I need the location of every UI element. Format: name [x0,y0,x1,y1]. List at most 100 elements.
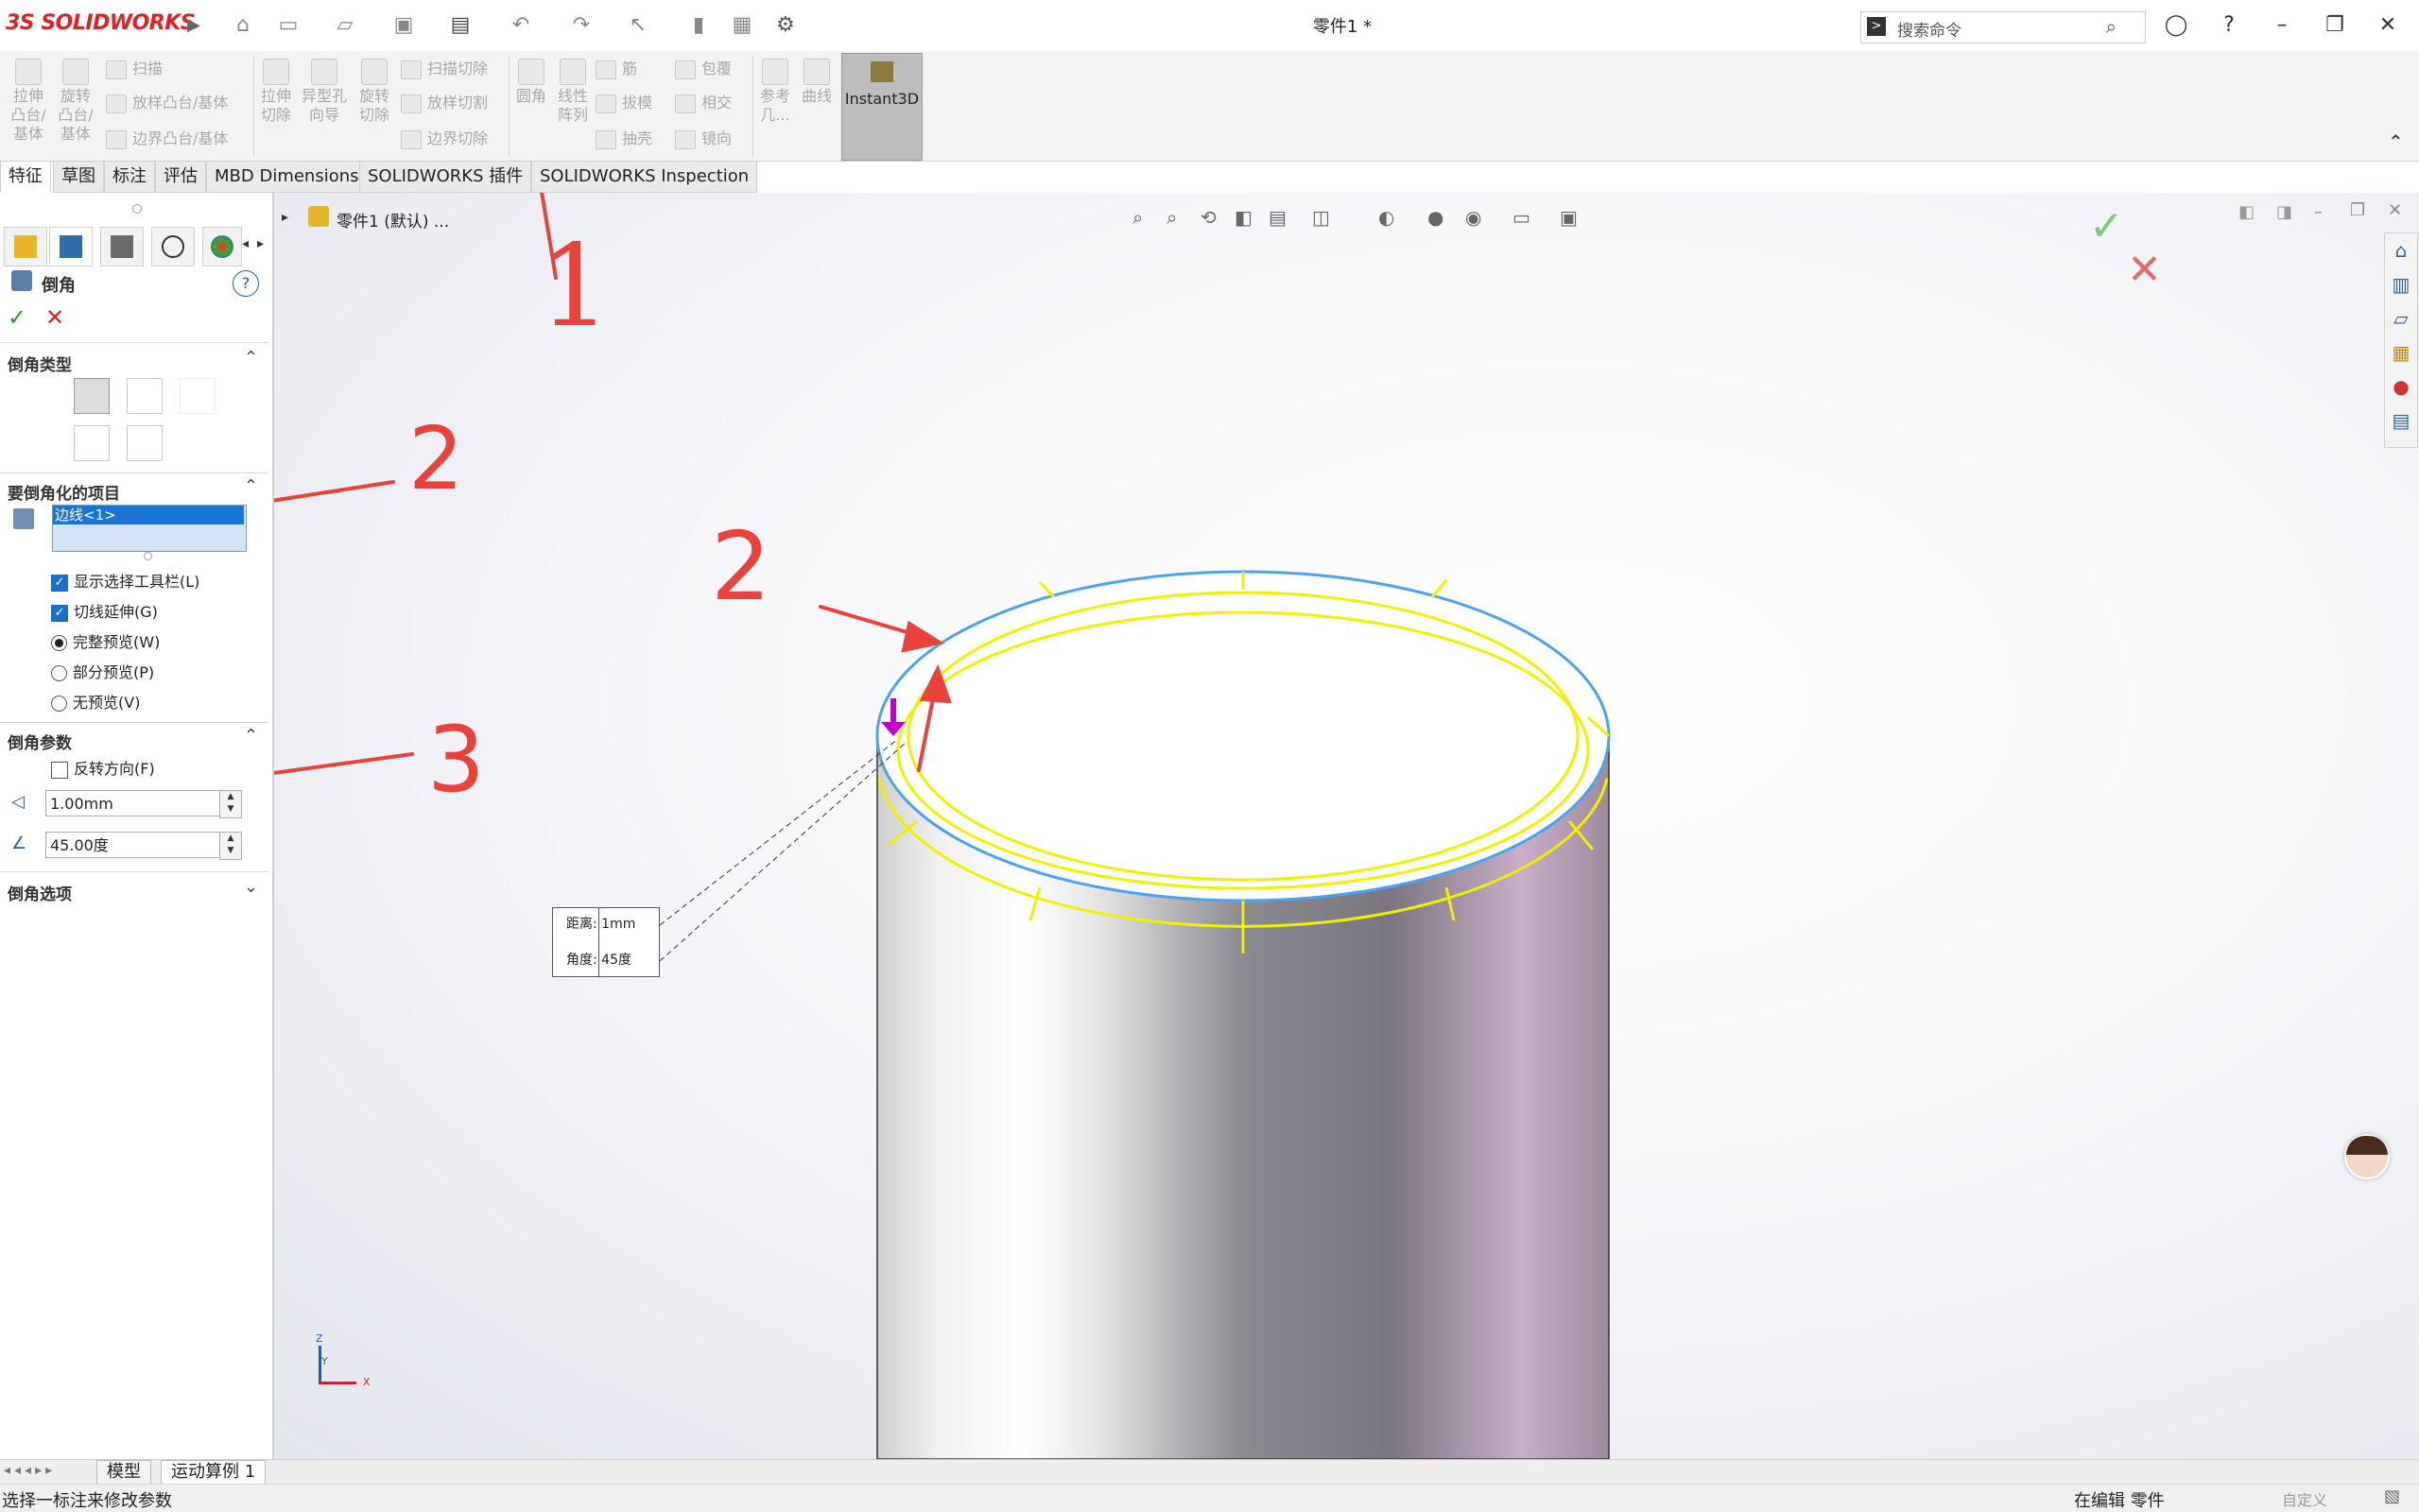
tab-solidworks-addins[interactable]: SOLIDWORKS 插件 [359,161,532,193]
section-chamfer-type[interactable]: 倒角类型 [8,352,72,375]
panel-splitter-handle[interactable] [132,204,142,214]
sweep-button[interactable]: 扫描 [106,59,163,79]
model-canvas[interactable] [274,193,2419,1459]
select-icon[interactable]: ↖ [624,11,652,40]
account-icon[interactable]: ◯ [2157,9,2195,42]
section-chamfer-options[interactable]: 倒角选项 [8,881,72,904]
swept-cut-button[interactable]: 扫描切除 [401,59,488,79]
section-chamfer-parameters[interactable]: 倒角参数 [8,730,72,753]
boundary-boss-button[interactable]: 边界凸台/基体 [106,129,228,149]
distance-spinner[interactable]: ▲ ▼ [219,790,242,818]
ok-button[interactable]: ✓ [8,304,26,331]
cylinder-top-face[interactable] [875,570,1611,902]
selected-edge-item[interactable]: 边线<1> [53,506,244,524]
extrude-boss-button[interactable]: 拉伸 凸台/ 基体 [8,59,49,144]
undo-icon[interactable]: ↶ [507,11,535,40]
revolve-boss-button[interactable]: 旋转 凸台/ 基体 [55,59,96,144]
tab-sketch[interactable]: 草图 [53,161,104,193]
redo-icon[interactable]: ↷ [567,11,596,40]
graphics-area[interactable]: ▸ 零件1 (默认) ... ⌕ ⌕ ⟲ ◧ ▤ ◫ ◐ ● ◉ ▭ ▣ ◧ ◨… [274,193,2419,1459]
draft-button[interactable]: 拔模 [596,93,652,113]
file-properties-icon[interactable]: ▦ [728,11,756,40]
home-icon[interactable]: ⌂ [229,11,257,40]
collapse-ribbon-icon[interactable]: ⌃ [2388,130,2404,153]
collapse-chevron-icon[interactable]: ⌃ [244,476,258,496]
tab-scroll-right-icon[interactable]: ▸ [257,236,264,251]
minimize-button[interactable]: – [2263,9,2301,42]
new-document-icon[interactable]: ▭ [274,11,302,40]
search-icon[interactable]: ⌕ [2106,15,2117,38]
search-commands[interactable]: > 搜索命令 ⌕ [1860,11,2146,43]
loft-button[interactable]: 放样凸台/基体 [106,93,228,113]
restore-button[interactable]: ❐ [2316,9,2354,42]
mirror-button[interactable]: 镜向 [675,129,732,149]
tab-solidworks-inspection[interactable]: SOLIDWORKS Inspection [531,161,758,193]
expand-chevron-icon[interactable]: ⌄ [244,877,258,897]
vertex-type-button[interactable] [180,378,216,414]
angle-input[interactable]: 45.00度 [45,832,221,858]
full-preview-radio[interactable]: 完整预览(W) [51,629,160,652]
status-tag-icon[interactable]: ▧ [2384,1486,2400,1506]
tab-dimxpert[interactable] [151,227,195,266]
units-selector[interactable]: 自定义 [2282,1487,2327,1510]
help-icon[interactable]: ? [233,270,259,297]
shell-button[interactable]: 抽壳 [596,129,652,149]
lofted-cut-button[interactable]: 放样切割 [401,93,488,113]
list-resize-handle[interactable] [144,552,152,560]
rebuild-icon[interactable]: ▮ [684,11,713,40]
curves-button[interactable]: 曲线 [798,59,836,106]
save-icon[interactable]: ▣ [389,11,418,40]
callout-distance[interactable]: 距离: 1mm [566,914,635,933]
wrap-button[interactable]: 包覆 [675,59,732,79]
options-gear-icon[interactable]: ⚙ [771,11,800,40]
tab-display-manager[interactable] [202,227,242,266]
tab-markup[interactable]: 标注 [104,161,155,193]
rib-button[interactable]: 筋 [596,59,637,79]
solidworks-logo[interactable]: 3S SOLIDWORKS [6,11,196,35]
items-selection-box[interactable]: 边线<1> [52,505,247,552]
angle-spinner[interactable]: ▲ ▼ [219,832,242,860]
extrude-cut-button[interactable]: 拉伸 切除 [257,59,295,125]
chamfer-callout[interactable]: 距离: 1mm 角度: 45度 [552,907,660,977]
tab-features[interactable]: 特征 [0,161,51,193]
reference-geometry-button[interactable]: 参考 几... [756,59,794,125]
fillet-button[interactable]: 圆角 [512,59,550,106]
revolve-cut-button[interactable]: 旋转 切除 [354,59,395,125]
tab-configuration-manager[interactable] [100,227,144,266]
tab-feature-tree[interactable] [4,227,47,266]
assistant-avatar[interactable] [2344,1134,2390,1179]
cancel-button[interactable]: ✕ [45,304,64,331]
distance-distance-type-button[interactable] [127,378,163,414]
instant3d-button[interactable]: Instant3D [841,53,923,161]
section-items-to-chamfer[interactable]: 要倒角化的项目 [8,480,120,504]
help-icon[interactable]: ? [2210,9,2248,42]
collapse-chevron-icon[interactable]: ⌃ [244,348,258,368]
tab-model[interactable]: 模型 [96,1460,151,1485]
no-preview-radio[interactable]: 无预览(V) [51,690,140,713]
linear-pattern-button[interactable]: 线性 阵列 [554,59,592,125]
show-selection-toolbar-checkbox[interactable]: ✓ 显示选择工具栏(L) [51,569,199,592]
open-icon[interactable]: ▱ [331,11,359,40]
boundary-cut-button[interactable]: 边界切除 [401,129,488,149]
close-button[interactable]: ✕ [2369,9,2407,42]
collapse-chevron-icon[interactable]: ⌃ [244,726,258,746]
search-input[interactable]: 搜索命令 [1897,17,1961,41]
callout-angle[interactable]: 角度: 45度 [566,950,631,969]
tab-mbd-dimensions[interactable]: MBD Dimensions [206,161,368,193]
distance-input[interactable]: 1.00mm [45,790,221,816]
offset-face-type-button[interactable] [74,425,110,461]
tab-evaluate[interactable]: 评估 [155,161,206,193]
tab-scroll-left-icon[interactable]: ◂ [242,236,249,251]
angle-distance-type-button[interactable] [74,378,110,414]
expand-menu-icon[interactable]: ▶ [180,11,208,40]
tab-property-manager[interactable] [49,227,93,266]
partial-preview-radio[interactable]: 部分预览(P) [51,660,154,682]
intersect-button[interactable]: 相交 [675,93,732,113]
tab-motion-study[interactable]: 运动算例 1 [161,1460,267,1485]
print-icon[interactable]: ▤ [446,11,475,40]
face-face-type-button[interactable] [127,425,163,461]
reverse-direction-checkbox[interactable]: 反转方向(F) [51,756,155,779]
tangent-propagation-checkbox[interactable]: ✓ 切线延伸(G) [51,599,158,622]
hole-wizard-button[interactable]: 异型孔 向导 [299,59,350,125]
tab-nav-arrows-icon[interactable]: ◂◂◂▸▸ [4,1463,56,1478]
